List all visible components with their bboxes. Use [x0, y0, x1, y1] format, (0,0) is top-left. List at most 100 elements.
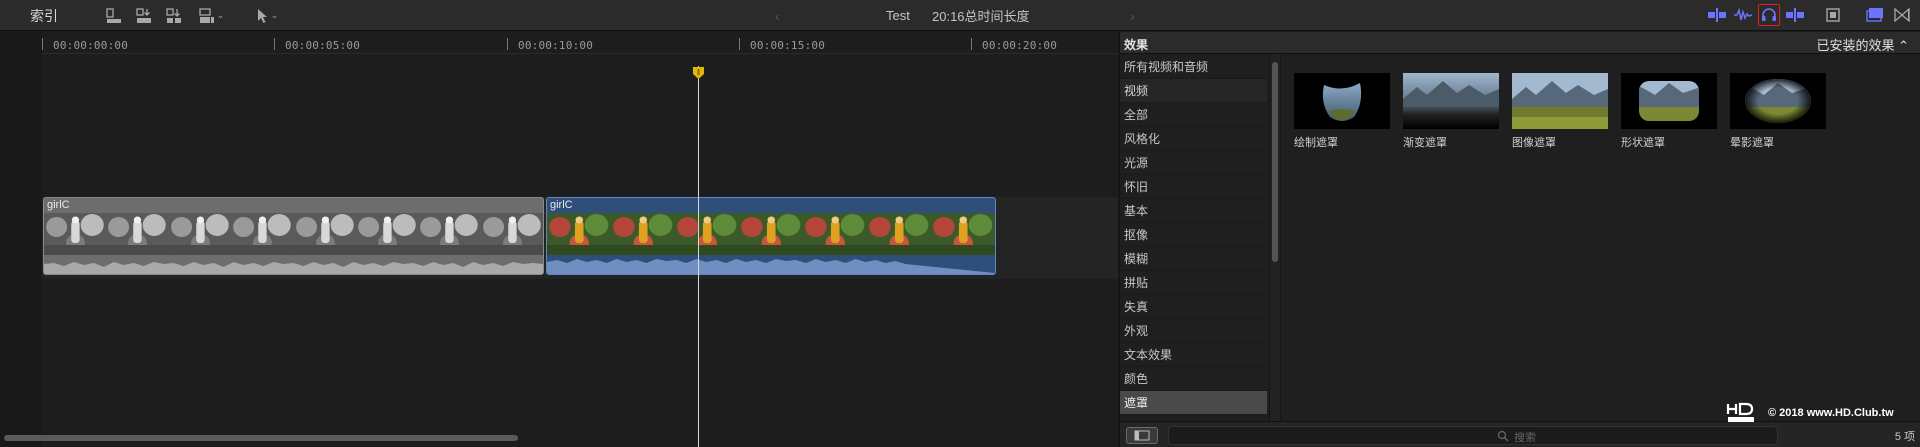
- ruler-tick: [42, 38, 43, 50]
- filmstrip-frame: [44, 213, 107, 255]
- effects-header: 效果 已安装的效果 ⌃: [1120, 32, 1920, 54]
- effect-item-image-mask[interactable]: 图像遮罩: [1512, 73, 1610, 150]
- clip-title: girlC: [550, 199, 573, 211]
- ruler-label: 00:00:20:00: [982, 39, 1058, 52]
- ruler-tick: [971, 38, 972, 50]
- category-item[interactable]: 失真: [1120, 295, 1267, 319]
- category-item[interactable]: 模糊: [1120, 247, 1267, 271]
- category-item[interactable]: 所有视频和音频: [1120, 55, 1267, 79]
- insert-clip-icon[interactable]: [162, 0, 186, 31]
- solo-headphone-icon[interactable]: [1758, 4, 1780, 26]
- item-count: 5 项: [1894, 431, 1915, 443]
- next-project-button[interactable]: ›: [1130, 0, 1135, 31]
- effect-label: 图像遮罩: [1512, 137, 1556, 149]
- filmstrip-frame: [168, 213, 232, 255]
- vignette-mask-thumbnail: [1730, 73, 1826, 129]
- effect-item-draw-mask[interactable]: 绘制遮罩: [1294, 73, 1392, 150]
- search-input[interactable]: 搜索: [1168, 426, 1778, 445]
- category-item[interactable]: 全部: [1120, 103, 1267, 127]
- category-item[interactable]: 怀旧: [1120, 175, 1267, 199]
- category-item[interactable]: 外观: [1120, 319, 1267, 343]
- watermark-text: © 2018 www.HD.Club.tw: [1768, 407, 1894, 419]
- image-mask-thumbnail: [1512, 73, 1608, 129]
- filmstrip-frame: [106, 213, 170, 255]
- primary-storyline: girlC girlC: [42, 197, 1118, 279]
- category-item[interactable]: 抠像: [1120, 223, 1267, 247]
- search-icon: [1497, 430, 1509, 442]
- search-placeholder: 搜索: [1514, 432, 1536, 444]
- time-ruler[interactable]: 00:00:00:00 00:00:05:00 00:00:10:00 00:0…: [42, 34, 1118, 54]
- filmstrip-frame: [611, 213, 676, 255]
- chevron-down-icon: ⌄: [216, 10, 225, 20]
- playhead-handle-icon[interactable]: [693, 67, 704, 79]
- append-clip-icon[interactable]: ⌄: [194, 0, 228, 31]
- timeline-clip-selected[interactable]: girlC: [546, 197, 996, 275]
- draw-mask-thumbnail: [1294, 73, 1390, 129]
- effects-category-list: 所有视频和音频 视频 全部 风格化 光源 怀旧 基本 抠像 模糊 拼贴 失真 外观 文本效果 颜色 遮罩: [1120, 55, 1267, 443]
- hd-club-logo-icon: [1726, 402, 1754, 422]
- ruler-tick: [274, 38, 275, 50]
- audio-waveform: [547, 259, 995, 274]
- watermark: © 2018 www.HD.Club.tw: [1726, 402, 1894, 424]
- skimming-icon[interactable]: [1706, 4, 1728, 26]
- index-button[interactable]: 索引: [30, 0, 58, 31]
- playhead[interactable]: [698, 66, 699, 447]
- filmstrip-frame: [355, 213, 419, 255]
- filmstrip-frame: [293, 213, 357, 255]
- category-item[interactable]: 拼贴: [1120, 271, 1267, 295]
- inspector-toggle-icon[interactable]: [1891, 4, 1913, 26]
- filmstrip-frame: [675, 213, 740, 255]
- clip-title: girlC: [47, 199, 70, 211]
- effect-label: 绘制遮罩: [1294, 137, 1338, 149]
- clip-appearance-film-icon[interactable]: [1822, 4, 1844, 26]
- filmstrip-frame: [803, 213, 868, 255]
- ruler-label: 00:00:05:00: [285, 39, 361, 52]
- ruler-tick: [739, 38, 740, 50]
- sidebar-toggle-button[interactable]: [1126, 427, 1158, 444]
- category-scrollbar-thumb[interactable]: [1272, 62, 1278, 262]
- category-item[interactable]: 文本效果: [1120, 343, 1267, 367]
- previous-project-button[interactable]: ‹: [775, 0, 780, 31]
- audio-skimming-icon[interactable]: [1732, 4, 1754, 26]
- project-duration: 20:16总时间长度: [932, 9, 1030, 24]
- effects-bottom-bar: 搜索 5 项: [1120, 421, 1920, 447]
- category-item[interactable]: 风格化: [1120, 127, 1267, 151]
- timeline-pane[interactable]: 00:00:00:00 00:00:05:00 00:00:10:00 00:0…: [0, 32, 1118, 447]
- category-item[interactable]: 基本: [1120, 199, 1267, 223]
- filmstrip-frame: [867, 213, 932, 255]
- filmstrip-frame: [931, 213, 995, 255]
- ruler-label: 00:00:00:00: [53, 39, 129, 52]
- effect-label: 晕影遮罩: [1730, 137, 1774, 149]
- effect-item-vignette-mask[interactable]: 晕影遮罩: [1730, 73, 1828, 150]
- filmstrip-frame: [739, 213, 804, 255]
- clip-filmstrip: [44, 213, 543, 255]
- effects-title: 效果: [1124, 38, 1149, 52]
- category-item[interactable]: 遮罩: [1120, 391, 1267, 415]
- select-tool-icon[interactable]: ⌄: [250, 0, 284, 31]
- clip-appearance-icon[interactable]: [102, 0, 126, 31]
- category-group-header[interactable]: 视频: [1120, 79, 1267, 103]
- connect-clip-icon[interactable]: [132, 0, 156, 31]
- effects-browser: 效果 已安装的效果 ⌃ 所有视频和音频 视频 全部 风格化 光源 怀旧 基本 抠像 模糊 拼贴 失真…: [1119, 32, 1920, 447]
- ruler-label: 00:00:15:00: [750, 39, 826, 52]
- category-item[interactable]: 颜色: [1120, 367, 1267, 391]
- chevron-down-icon: ⌄: [270, 10, 279, 20]
- effect-label: 渐变遮罩: [1403, 137, 1447, 149]
- filmstrip-frame: [480, 213, 543, 255]
- effect-label: 形状遮罩: [1621, 137, 1665, 149]
- category-item[interactable]: 光源: [1120, 151, 1267, 175]
- clip-filmstrip: [547, 213, 995, 255]
- installed-effects-menu[interactable]: 已安装的效果 ⌃: [1816, 35, 1909, 54]
- effect-item-gradient-mask[interactable]: 渐变遮罩: [1403, 73, 1501, 150]
- project-name: Test: [886, 8, 910, 23]
- gradient-mask-thumbnail: [1403, 73, 1499, 129]
- effect-item-shape-mask[interactable]: 形状遮罩: [1621, 73, 1719, 150]
- ruler-tick: [507, 38, 508, 50]
- effects-grid: 绘制遮罩 渐变遮罩 图像遮罩 形状遮罩 晕影遮罩: [1294, 73, 1914, 173]
- filmstrip-frame: [231, 213, 294, 255]
- timeline-horizontal-scrollbar[interactable]: [4, 435, 518, 441]
- snapping-icon[interactable]: [1784, 4, 1806, 26]
- browser-toggle-icon[interactable]: [1864, 4, 1886, 26]
- timeline-clip[interactable]: girlC: [43, 197, 544, 275]
- timeline-gutter: [0, 32, 42, 447]
